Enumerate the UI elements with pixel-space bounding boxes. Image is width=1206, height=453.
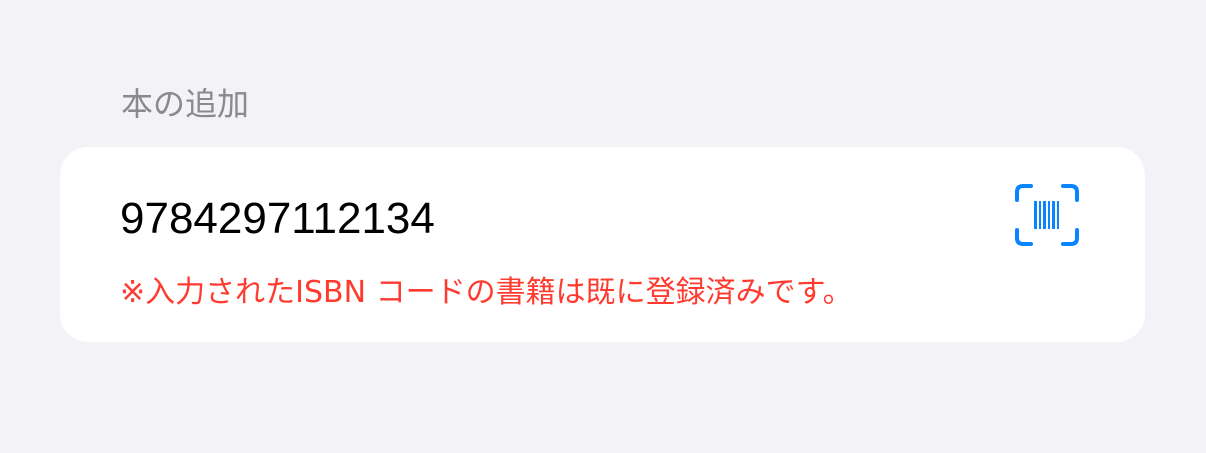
barcode-scan-button[interactable]	[1010, 182, 1084, 248]
isbn-input[interactable]	[120, 191, 980, 247]
section-header: 本の追加	[121, 85, 250, 123]
error-message: ※入力されたISBN コードの書籍は既に登録済みです。	[120, 275, 853, 310]
isbn-card: ※入力されたISBN コードの書籍は既に登録済みです。	[60, 147, 1145, 342]
barcode-scan-icon	[1015, 184, 1079, 246]
